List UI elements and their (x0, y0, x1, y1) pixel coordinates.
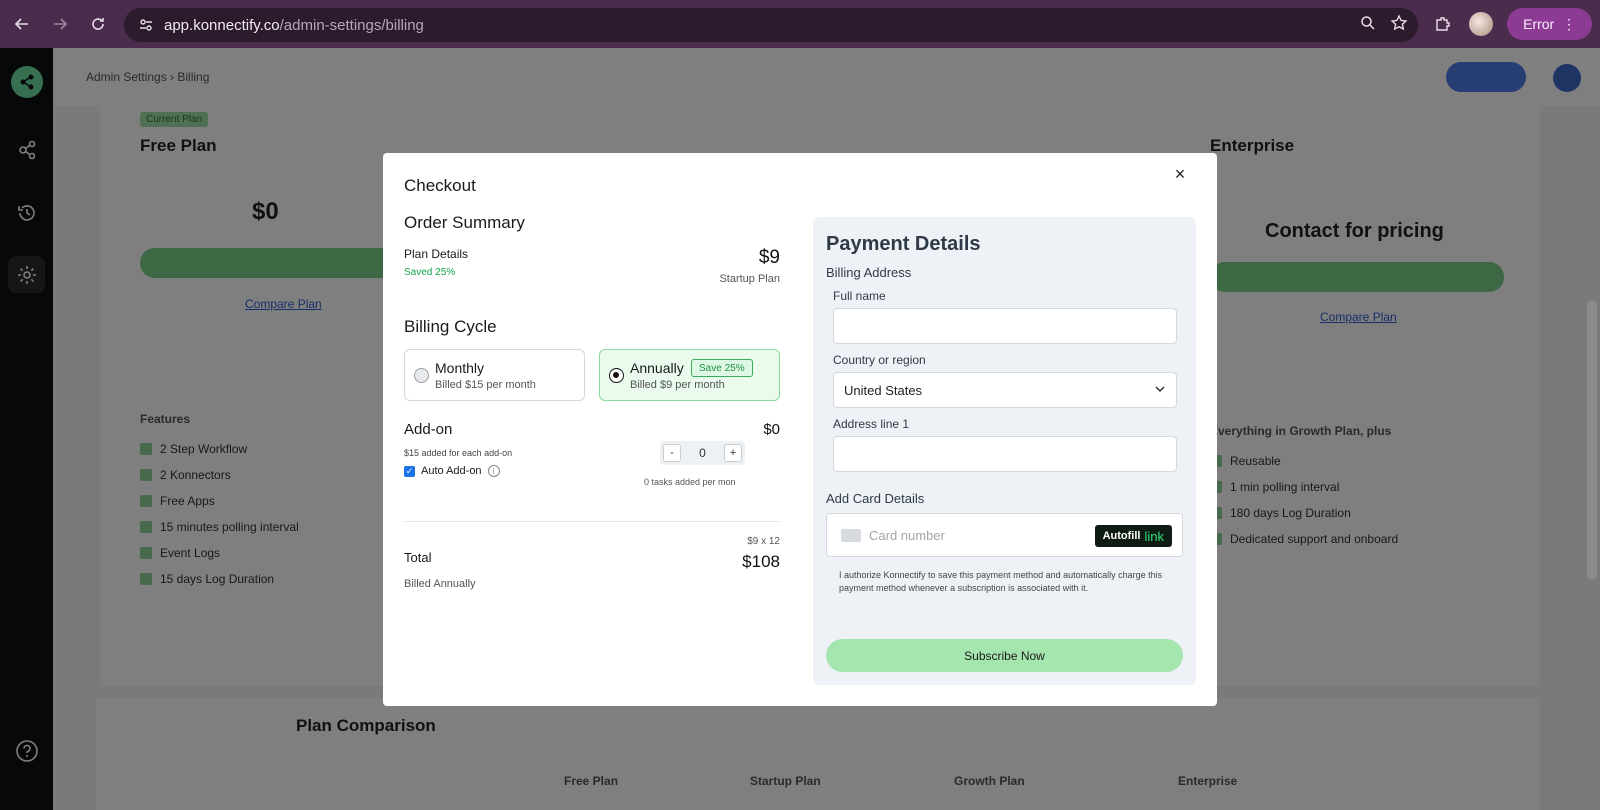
url-text: app.konnectify.co/admin-settings/billing (164, 16, 424, 34)
country-select[interactable]: United States (833, 372, 1177, 408)
back-icon[interactable] (6, 8, 38, 40)
option-subtext: Billed $15 per month (435, 379, 536, 391)
order-summary-heading: Order Summary (404, 213, 525, 232)
addon-heading: Add-on (404, 421, 453, 438)
option-name: Annually (630, 360, 684, 376)
billing-option-annually[interactable]: Annually Save 25% Billed $9 per month (599, 349, 780, 401)
full-name-label: Full name (833, 289, 886, 303)
page-scrollbar[interactable] (1587, 300, 1597, 580)
quantity-stepper: - 0 + (660, 441, 745, 465)
autofill-link-button[interactable]: Autofill link (1094, 525, 1172, 547)
address-line1-input[interactable] (833, 436, 1177, 472)
country-label: Country or region (833, 353, 926, 367)
decrement-button[interactable]: - (663, 444, 681, 462)
option-subtext: Billed $9 per month (630, 379, 725, 391)
address-bar[interactable]: app.konnectify.co/admin-settings/billing (124, 8, 1418, 42)
chevron-down-icon (1154, 383, 1166, 398)
plan-details: Plan Details Saved 25% $9 Startup Plan (404, 247, 780, 317)
profile-avatar[interactable] (1469, 12, 1494, 36)
quantity-value[interactable]: 0 (699, 446, 706, 460)
addon-description: $15 added for each add-on (404, 448, 513, 458)
forward-icon[interactable] (44, 8, 76, 40)
order-summary: Order Summary Plan Details Saved 25% $9 … (404, 213, 780, 604)
option-name: Monthly (435, 360, 485, 376)
payment-details-panel: Payment Details Billing Address Full nam… (813, 217, 1196, 685)
total-calculation: $9 x 12 (747, 536, 780, 547)
billing-option-monthly[interactable]: Monthly Billed $15 per month (404, 349, 585, 401)
billing-cycle-options: Monthly Billed $15 per month Annually Sa… (404, 349, 780, 401)
plan-name: Startup Plan (719, 273, 780, 285)
increment-button[interactable]: + (724, 444, 742, 462)
close-icon[interactable]: × (1169, 163, 1191, 185)
tasks-note: 0 tasks added per mon (644, 477, 736, 487)
checkout-modal: Checkout × Order Summary Plan Details Sa… (383, 153, 1217, 706)
saved-text: Saved 25% (404, 267, 456, 278)
modal-title: Checkout (404, 176, 476, 195)
reload-icon[interactable] (82, 8, 114, 40)
info-icon[interactable]: i (487, 465, 500, 477)
radio-button[interactable] (609, 368, 624, 383)
card-number-placeholder: Card number (869, 528, 945, 543)
total-amount: $108 (742, 552, 780, 571)
radio-button[interactable] (414, 368, 429, 383)
auto-addon-checkbox[interactable]: ✓ (404, 465, 415, 477)
plan-price: $9 (758, 247, 780, 268)
billing-cycle-heading: Billing Cycle (404, 317, 497, 336)
authorization-text: I authorize Konnectify to save this paym… (839, 570, 1163, 593)
card-number-field[interactable]: Card number Autofill link (826, 513, 1183, 557)
plan-details-label: Plan Details (404, 247, 469, 261)
payment-details-heading: Payment Details (826, 233, 981, 255)
save-badge: Save 25% (691, 359, 753, 377)
total-section: Total Billed Annually $9 x 12 $108 (404, 534, 780, 604)
total-label: Total (404, 550, 432, 565)
full-name-input[interactable] (833, 308, 1177, 344)
auto-addon-row: ✓ Auto Add-on i (404, 465, 500, 477)
address-label: Address line 1 (833, 417, 910, 431)
credit-card-icon (841, 529, 861, 542)
addon-section: Add-on $0 $15 added for each add-on ✓ Au… (404, 421, 780, 521)
subscribe-now-button[interactable]: Subscribe Now (826, 639, 1183, 672)
bookmark-star-icon[interactable] (1390, 13, 1408, 37)
addon-price: $0 (763, 421, 780, 438)
billing-address-heading: Billing Address (826, 265, 912, 280)
browser-toolbar: app.konnectify.co/admin-settings/billing… (0, 0, 1600, 48)
auto-addon-label: Auto Add-on (421, 465, 482, 477)
extensions-icon[interactable] (1431, 12, 1455, 36)
site-settings-icon[interactable] (128, 8, 164, 42)
country-value: United States (844, 382, 923, 398)
divider (404, 521, 780, 522)
total-subtext: Billed Annually (404, 578, 476, 590)
card-details-heading: Add Card Details (826, 491, 925, 506)
profile-error-button[interactable]: Error ⋮ (1507, 8, 1592, 40)
zoom-icon[interactable] (1360, 15, 1376, 36)
